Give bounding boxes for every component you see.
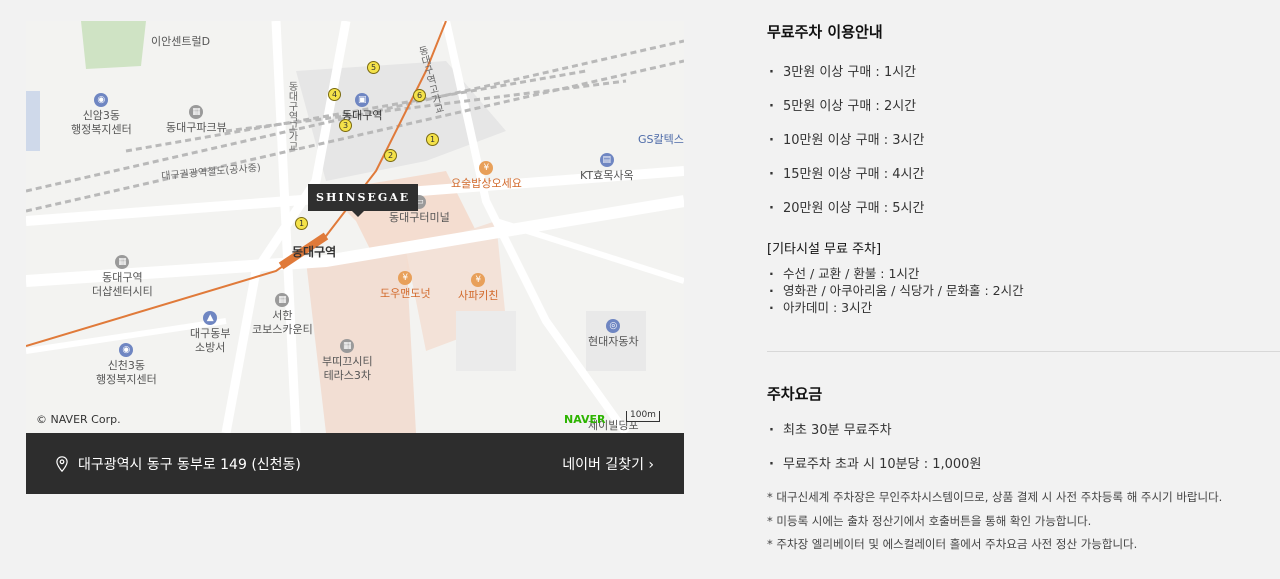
parking-info: 무료주차 이용안내 3만원 이상 구매 : 1시간 5만원 이상 구매 : 2시… [767, 22, 1280, 316]
poi-station-top[interactable]: ▣ 동대구역 [342, 93, 382, 123]
poi-dowoo[interactable]: ¥ 도우맨도넛 [380, 271, 431, 301]
list-item: 15만원 이상 구매 : 4시간 [767, 158, 1280, 192]
map[interactable]: 이안센트럴D ◉ 신암3동 행정복지센터 ▦ 동대구파크뷰 ▣ 동대구역 GS칼텍스 … [26, 21, 684, 433]
bridge-label-1: 동대구역고가교 [286, 81, 297, 151]
building-icon: ▦ [340, 339, 355, 353]
poi-dongdaegu-parkview[interactable]: ▦ 동대구파크뷰 [166, 105, 227, 135]
naver-logo: NAVER [564, 413, 606, 426]
list-item: 최초 30분 무료주차 [767, 414, 1280, 448]
list-item: 영화관 / 아쿠아리움 / 식당가 / 문화홀 : 2시간 [767, 282, 1280, 299]
poi-yosul[interactable]: ¥ 요술밥상오세요 [451, 161, 522, 191]
government-icon: ◉ [94, 93, 109, 107]
note-text: * 미등록 시에는 출차 정산기에서 호출버튼을 통해 확인 가능합니다. [767, 513, 1092, 528]
free-parking-list: 3만원 이상 구매 : 1시간 5만원 이상 구매 : 2시간 10만원 이상 … [767, 56, 1280, 226]
poi-ian-center[interactable]: 이안센트럴D [151, 35, 210, 49]
fire-station-icon: ▲ [203, 311, 218, 325]
restaurant-icon: ¥ [471, 273, 486, 287]
list-item: 10만원 이상 구매 : 3시간 [767, 124, 1280, 158]
free-parking-title: 무료주차 이용안내 [767, 23, 883, 41]
exit-badge: 3 [339, 119, 352, 132]
poi-gs-caltex[interactable]: GS칼텍스 [638, 133, 684, 147]
poi-dongdaegu-station[interactable]: 동대구역 [292, 245, 336, 259]
building-icon: ▦ [189, 105, 204, 119]
poi-sinam3[interactable]: ◉ 신암3동 행정복지센터 [71, 93, 132, 137]
parking-fee-info: 주차요금 최초 30분 무료주차 무료주차 초과 시 10분당 : 1,000원… [767, 384, 1280, 557]
note-text: * 주차장 엘리베이터 및 에스컬레이터 홀에서 주차요금 사전 정산 가능합니… [767, 537, 1138, 551]
poi-health-center[interactable]: ▦ 동대구역 더샵센터시티 [92, 255, 153, 299]
list-item: 20만원 이상 구매 : 5시간 [767, 192, 1280, 226]
exit-badge: 6 [413, 89, 426, 102]
list-item: 수선 / 교환 / 환불 : 1시간 [767, 265, 1280, 282]
note-text: * 대구신세계 주차장은 무인주차시스템이므로, 상품 결제 시 사전 주차등록… [767, 490, 1223, 504]
parking-fee-title: 주차요금 [767, 385, 823, 403]
other-facilities-list: 수선 / 교환 / 환불 : 1시간 영화관 / 아쿠아리움 / 식당가 / 문… [767, 265, 1280, 316]
poi-seohan[interactable]: ▦ 서한 코보스카운티 [252, 293, 313, 337]
poi-hyundai[interactable]: ◎ 현대자동차 [588, 319, 639, 349]
parking-notes: * 대구신세계 주차장은 무인주차시스템이므로, 상품 결제 시 사전 주차등록… [767, 486, 1280, 557]
building-icon: ▦ [115, 255, 130, 269]
other-facilities-title: [기타시설 무료 주차] [767, 242, 882, 257]
government-icon: ◉ [119, 343, 134, 357]
location-pin-icon [56, 455, 68, 472]
office-icon: ▤ [599, 153, 614, 167]
map-card: 이안센트럴D ◉ 신암3동 행정복지센터 ▦ 동대구파크뷰 ▣ 동대구역 GS칼텍스 … [26, 21, 684, 494]
list-item: 5만원 이상 구매 : 2시간 [767, 90, 1280, 124]
car-icon: ◎ [606, 319, 621, 333]
restaurant-icon: ¥ [398, 271, 413, 285]
map-scale: 100m [626, 411, 660, 422]
parking-fee-list: 최초 30분 무료주차 무료주차 초과 시 10분당 : 1,000원 [767, 414, 1280, 482]
train-icon: ▣ [355, 93, 370, 107]
exit-badge: 1 [295, 217, 308, 230]
poi-sincheon3[interactable]: ◉ 신천3동 행정복지센터 [96, 343, 157, 387]
list-item: 아카데미 : 3시간 [767, 299, 1280, 316]
divider [767, 351, 1280, 352]
map-copyright: © NAVER Corp. [36, 413, 121, 426]
exit-badge: 4 [328, 88, 341, 101]
address-bar: 대구광역시 동구 동부로 149 (신천동) 네이버 길찾기 › [26, 433, 684, 494]
poi-fire-station[interactable]: ▲ 대구동부 소방서 [190, 311, 230, 355]
location-marker[interactable]: SHINSEGAE [308, 184, 419, 217]
list-item: 무료주차 초과 시 10분당 : 1,000원 [767, 448, 1280, 482]
exit-badge: 1 [426, 133, 439, 146]
list-item: 3만원 이상 구매 : 1시간 [767, 56, 1280, 90]
poi-buttikkeu[interactable]: ▦ 부띠끄시티 테라스3차 [322, 339, 373, 383]
poi-kt[interactable]: ▤ KT효목사옥 [580, 153, 634, 183]
restaurant-icon: ¥ [479, 161, 494, 175]
address-text: 대구광역시 동구 동부로 149 (신천동) [78, 456, 301, 473]
exit-badge: 2 [384, 149, 397, 162]
naver-directions-link[interactable]: 네이버 길찾기 › [562, 454, 654, 474]
poi-sapa[interactable]: ¥ 사파키친 [458, 273, 498, 303]
building-icon: ▦ [275, 293, 290, 307]
exit-badge: 5 [367, 61, 380, 74]
